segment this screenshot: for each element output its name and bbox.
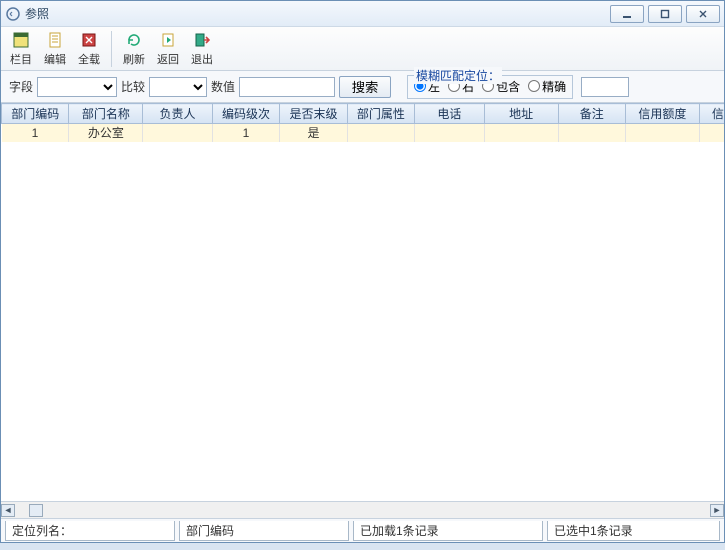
field-label: 字段 (9, 78, 33, 95)
data-grid[interactable]: 部门编码部门名称负责人编码级次是否末级部门属性电话地址备注信用额度信用等 1办公… (1, 103, 724, 501)
toolbar-label: 编辑 (44, 51, 66, 67)
radio-label: 精确 (542, 78, 566, 95)
app-icon (5, 6, 21, 22)
maximize-button[interactable] (648, 5, 682, 23)
status-loaded: 已加载1条记录 (353, 521, 543, 541)
column-header[interactable]: 部门编码 (2, 104, 69, 124)
columns-button[interactable]: 栏目 (5, 29, 37, 67)
edit-icon (46, 31, 64, 49)
loadall-icon (80, 31, 98, 49)
compare-label: 比较 (121, 78, 145, 95)
column-header[interactable]: 备注 (558, 104, 625, 124)
horizontal-scrollbar[interactable]: ◄ ► (1, 501, 724, 518)
refresh-button[interactable]: 刷新 (118, 29, 150, 67)
toolbar-label: 刷新 (123, 51, 145, 67)
back-button[interactable]: 返回 (152, 29, 184, 67)
title-bar: 参照 (1, 1, 724, 27)
match-group: 模糊匹配定位： 左 右 包含 精确 (407, 75, 573, 99)
locate-input[interactable] (581, 77, 629, 97)
status-locate-value: 部门编码 (179, 521, 349, 541)
toolbar-label: 返回 (157, 51, 179, 67)
scroll-thumb[interactable] (29, 504, 43, 517)
table-cell[interactable] (415, 124, 485, 142)
column-header[interactable]: 部门属性 (347, 104, 414, 124)
table-cell[interactable]: 办公室 (69, 124, 143, 142)
table-cell[interactable]: 是 (280, 124, 347, 142)
table-cell[interactable] (484, 124, 558, 142)
table-cell[interactable] (625, 124, 699, 142)
status-bar: 定位列名： 部门编码 已加载1条记录 已选中1条记录 (1, 518, 724, 542)
table-cell[interactable] (347, 124, 414, 142)
status-selected: 已选中1条记录 (547, 521, 720, 541)
search-bar: 字段 比较 数值 搜索 模糊匹配定位： 左 右 包含 精确 (1, 71, 724, 103)
app-window: 参照 栏目 编辑 全载 刷新 返回 退出 (0, 0, 725, 543)
column-header[interactable]: 是否末级 (280, 104, 347, 124)
edit-button[interactable]: 编辑 (39, 29, 71, 67)
exit-button[interactable]: 退出 (186, 29, 218, 67)
compare-select[interactable] (149, 77, 207, 97)
column-header[interactable]: 编码级次 (212, 104, 279, 124)
column-header[interactable]: 信用额度 (625, 104, 699, 124)
column-header[interactable]: 信用等 (699, 104, 724, 124)
column-header[interactable]: 负责人 (143, 104, 213, 124)
exit-icon (193, 31, 211, 49)
minimize-button[interactable] (610, 5, 644, 23)
table-cell[interactable] (143, 124, 213, 142)
toolbar-label: 栏目 (10, 51, 32, 67)
scroll-left-arrow[interactable]: ◄ (1, 504, 15, 517)
toolbar: 栏目 编辑 全载 刷新 返回 退出 (1, 27, 724, 71)
window-controls (610, 5, 720, 23)
match-exact[interactable]: 精确 (528, 78, 566, 95)
toolbar-separator (111, 31, 112, 67)
search-button[interactable]: 搜索 (339, 76, 391, 98)
scroll-right-arrow[interactable]: ► (710, 504, 724, 517)
loadall-button[interactable]: 全载 (73, 29, 105, 67)
value-input[interactable] (239, 77, 335, 97)
refresh-icon (125, 31, 143, 49)
close-button[interactable] (686, 5, 720, 23)
table-row[interactable]: 1办公室1是 (2, 124, 725, 142)
field-select[interactable] (37, 77, 117, 97)
match-legend: 模糊匹配定位： (414, 67, 502, 84)
column-header[interactable]: 部门名称 (69, 104, 143, 124)
column-header[interactable]: 地址 (484, 104, 558, 124)
column-header[interactable]: 电话 (415, 104, 485, 124)
status-locate-label: 定位列名： (5, 521, 175, 541)
columns-icon (12, 31, 30, 49)
table-cell[interactable] (558, 124, 625, 142)
table-cell[interactable] (699, 124, 724, 142)
value-label: 数值 (211, 78, 235, 95)
table-cell[interactable]: 1 (212, 124, 279, 142)
table-cell[interactable]: 1 (2, 124, 69, 142)
toolbar-label: 退出 (191, 51, 213, 67)
window-title: 参照 (25, 5, 49, 22)
back-icon (159, 31, 177, 49)
toolbar-label: 全载 (78, 51, 100, 67)
